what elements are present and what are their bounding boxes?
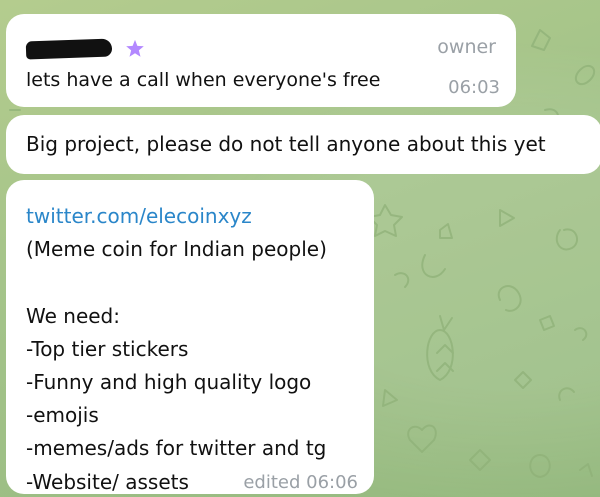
message-line — [26, 266, 327, 299]
message-line: We need: — [26, 303, 120, 328]
message-line: -Funny and high quality logo — [26, 369, 312, 394]
message-text: Big project, please do not tell anyone a… — [26, 132, 546, 156]
sender-role-badge: owner — [437, 36, 496, 58]
message-line: -emojis — [26, 403, 99, 428]
message-bubble[interactable]: owner lets have a call when everyone's f… — [6, 14, 516, 107]
message-time: 06:03 — [448, 77, 500, 98]
message-time-edited: edited 06:06 — [243, 472, 358, 493]
message-bubble[interactable]: Big project, please do not tell anyone a… — [6, 115, 600, 174]
message-text: lets have a call when everyone's free — [26, 69, 381, 91]
message-line: -memes/ads for twitter and tg — [26, 436, 327, 461]
message-link[interactable]: twitter.com/elecoinxyz — [26, 200, 327, 233]
star-icon — [126, 39, 144, 57]
message-line: (Meme coin for Indian people) — [26, 237, 327, 262]
message-line: -Top tier stickers — [26, 336, 189, 361]
message-bubble[interactable]: twitter.com/elecoinxyz (Meme coin for In… — [6, 180, 374, 494]
message-body: twitter.com/elecoinxyz (Meme coin for In… — [26, 200, 327, 497]
redacted-sender-name — [25, 38, 113, 60]
sender-row — [25, 38, 146, 60]
